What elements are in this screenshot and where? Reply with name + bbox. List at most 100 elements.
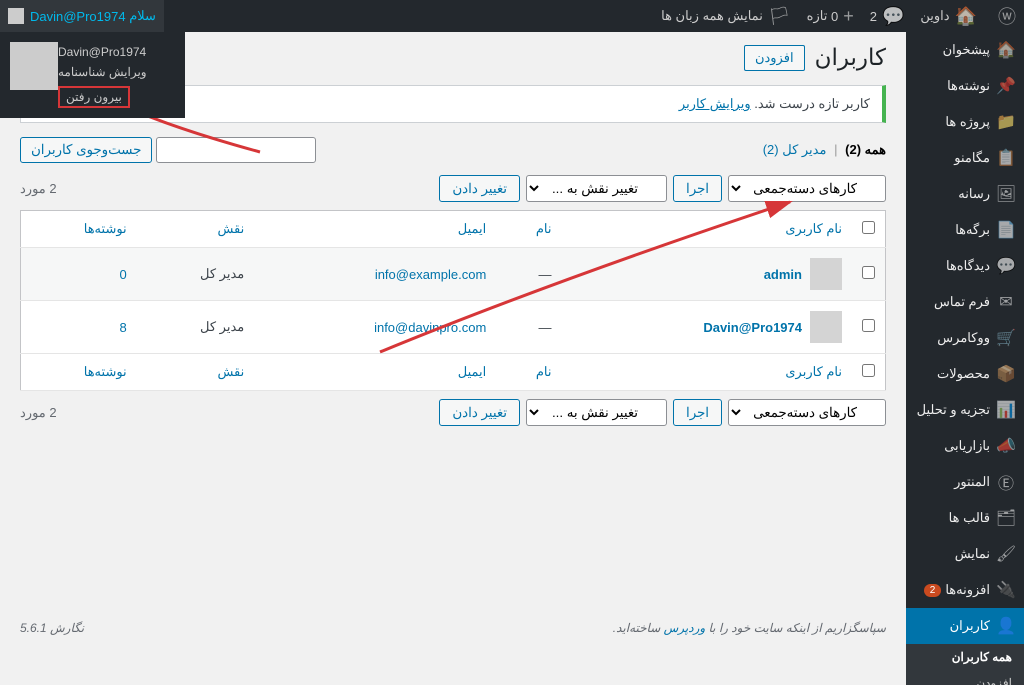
admin-bar-right: ⓦ 🏠داوین 💬2 +0 تازه 🏳نمایش همه زبان ها — [653, 0, 1024, 32]
table-footer-row: نام کاربری نام ایمیل نقش نوشته‌ها — [21, 354, 886, 391]
sidebar-item-label: ووکامرس — [937, 330, 990, 346]
content-area: کاربران افزودن کاربر تازه درست شد. ویرای… — [0, 32, 906, 645]
sidebar-item-label: کاربران — [950, 618, 990, 634]
notice-link[interactable]: ویرایش کاربر — [679, 96, 751, 111]
username-link[interactable]: admin — [764, 267, 802, 282]
sidebar-item-7[interactable]: ✉فرم تماس — [906, 284, 1024, 320]
select-row-checkbox[interactable] — [862, 319, 875, 332]
sidebar-item-label: برگه‌ها — [955, 222, 990, 238]
menu-icon: 📊 — [996, 400, 1016, 420]
avatar-icon — [810, 311, 842, 343]
sidebar-item-label: رسانه — [958, 186, 990, 202]
sidebar-item-10[interactable]: 📊تجزیه و تحلیل — [906, 392, 1024, 428]
menu-icon: ✉ — [996, 292, 1016, 312]
wp-logo-icon[interactable]: ⓦ — [985, 0, 1024, 32]
sidebar-item-13[interactable]: 🗂قالب ها — [906, 500, 1024, 536]
cell-name: — — [496, 248, 561, 301]
site-name[interactable]: 🏠داوین — [912, 0, 985, 32]
bulk-action-select[interactable]: کارهای دسته‌جمعی — [728, 175, 886, 202]
posts-link[interactable]: 0 — [119, 267, 126, 282]
select-all-checkbox[interactable] — [862, 221, 875, 234]
sidebar-item-label: پیشخوان — [943, 42, 990, 58]
sidebar-item-9[interactable]: 📦محصولات — [906, 356, 1024, 392]
sidebar-item-11[interactable]: 📣بازاریابی — [906, 428, 1024, 464]
menu-icon: 📣 — [996, 436, 1016, 456]
sidebar-item-1[interactable]: 📌 نوشته‌ها — [906, 68, 1024, 104]
apply-button-bottom[interactable]: اجرا — [673, 399, 722, 426]
wordpress-link[interactable]: وردپرس — [664, 621, 706, 635]
col-name[interactable]: نام — [496, 211, 561, 248]
sidebar-item-2[interactable]: 📁پروژه ها — [906, 104, 1024, 140]
avatar-icon — [8, 8, 24, 24]
page-footer: سپاسگزاریم از اینکه سایت خود را با وردپر… — [20, 621, 886, 635]
update-badge: 2 — [924, 584, 942, 597]
bulk-actions-bottom: کارهای دسته‌جمعی اجرا تغییر نقش به ... ت… — [439, 399, 886, 426]
search-button[interactable]: جست‌وجوی کاربران — [20, 137, 152, 163]
view-all[interactable]: همه (2) — [845, 142, 886, 157]
select-all-checkbox-footer[interactable] — [862, 364, 875, 377]
table-row: admin — info@example.com مدیر کل 0 — [21, 248, 886, 301]
sidebar-item-6[interactable]: 💬دیدگاه‌ها — [906, 248, 1024, 284]
cell-name: — — [496, 301, 561, 354]
submenu: همه کاربرانافزودنشناسنامه — [906, 644, 1024, 685]
sidebar-item-14[interactable]: 🖌 نمایش — [906, 536, 1024, 572]
sidebar-item-15[interactable]: 🔌افزونه‌ها2 — [906, 572, 1024, 608]
menu-icon: 🖼 — [996, 184, 1016, 204]
col-username[interactable]: نام کاربری — [562, 211, 852, 248]
change-role-select-bottom[interactable]: تغییر نقش به ... — [526, 399, 667, 426]
items-count: 2 مورد — [20, 181, 57, 197]
menu-icon: 🖌 — [996, 544, 1016, 564]
search-input[interactable] — [156, 137, 316, 163]
sidebar-item-16[interactable]: 👤 کاربران — [906, 608, 1024, 644]
menu-icon: 👤 — [996, 616, 1016, 636]
email-link[interactable]: info@davinpro.com — [374, 320, 486, 335]
filter-bar: همه (2) | مدیر کل (2) جست‌وجوی کاربران — [20, 137, 886, 163]
sidebar-item-label: نمایش — [955, 546, 990, 562]
logout-link[interactable]: بیرون رفتن — [58, 86, 130, 108]
sidebar-item-12[interactable]: Ⓔالمنتور — [906, 464, 1024, 500]
sidebar-item-8[interactable]: 🛒 ووکامرس — [906, 320, 1024, 356]
select-row-checkbox[interactable] — [862, 266, 875, 279]
posts-link[interactable]: 8 — [119, 320, 126, 335]
username-link[interactable]: Davin@Pro1974 — [703, 320, 802, 335]
sidebar-item-label: مگامنو — [954, 150, 990, 166]
user-greeting[interactable]: سلام Davin@Pro1974 — [0, 0, 164, 32]
tablenav-top: کارهای دسته‌جمعی اجرا تغییر نقش به ... ت… — [20, 175, 886, 202]
footer-thanks: سپاسگزاریم از اینکه سایت خود را با وردپر… — [613, 621, 886, 635]
menu-icon: 📦 — [996, 364, 1016, 384]
comments-icon[interactable]: 💬2 — [862, 0, 913, 32]
change-role-select[interactable]: تغییر نقش به ... — [526, 175, 667, 202]
admin-sidebar: 🏠پیشخوان 📌 نوشته‌ها 📁پروژه ها📋مگامنو 🖼 رسانه 📄… — [906, 32, 1024, 685]
col-role[interactable]: نقش — [137, 211, 255, 248]
sidebar-item-label: نوشته‌ها — [947, 78, 990, 94]
sidebar-item-label: دیدگاه‌ها — [946, 258, 990, 274]
tablenav-bottom: کارهای دسته‌جمعی اجرا تغییر نقش به ... ت… — [20, 399, 886, 426]
view-admin[interactable]: مدیر کل (2) — [763, 142, 827, 157]
avatar-icon — [10, 42, 58, 90]
show-all-langs[interactable]: 🏳نمایش همه زبان ها — [653, 0, 799, 32]
menu-icon: Ⓔ — [996, 472, 1016, 492]
sidebar-item-3[interactable]: 📋مگامنو — [906, 140, 1024, 176]
col-email[interactable]: ایمیل — [254, 211, 496, 248]
admin-bar-left: سلام Davin@Pro1974 — [0, 0, 164, 32]
sidebar-item-label: پروژه ها — [945, 114, 990, 130]
menu-icon: 📌 — [996, 76, 1016, 96]
submenu-item-1[interactable]: افزودن — [906, 670, 1024, 685]
add-new-button[interactable]: افزودن — [744, 45, 805, 71]
change-button-bottom[interactable]: تغییر دادن — [439, 399, 520, 426]
cell-role: مدیر کل — [137, 301, 255, 354]
menu-icon: 🔌 — [996, 580, 1016, 600]
sidebar-item-5[interactable]: 📄برگه‌ها — [906, 212, 1024, 248]
sidebar-item-4[interactable]: 🖼 رسانه — [906, 176, 1024, 212]
bulk-action-select-bottom[interactable]: کارهای دسته‌جمعی — [728, 399, 886, 426]
submenu-item-0[interactable]: همه کاربران — [906, 644, 1024, 670]
page-title: کاربران — [815, 44, 886, 71]
email-link[interactable]: info@example.com — [375, 267, 486, 282]
footer-version: نگارش 5.6.1 — [20, 621, 84, 635]
col-posts[interactable]: نوشته‌ها — [21, 211, 137, 248]
new-content[interactable]: +0 تازه — [799, 0, 862, 32]
sidebar-item-0[interactable]: 🏠پیشخوان — [906, 32, 1024, 68]
change-button[interactable]: تغییر دادن — [439, 175, 520, 202]
apply-button[interactable]: اجرا — [673, 175, 722, 202]
menu-icon: 🛒 — [996, 328, 1016, 348]
